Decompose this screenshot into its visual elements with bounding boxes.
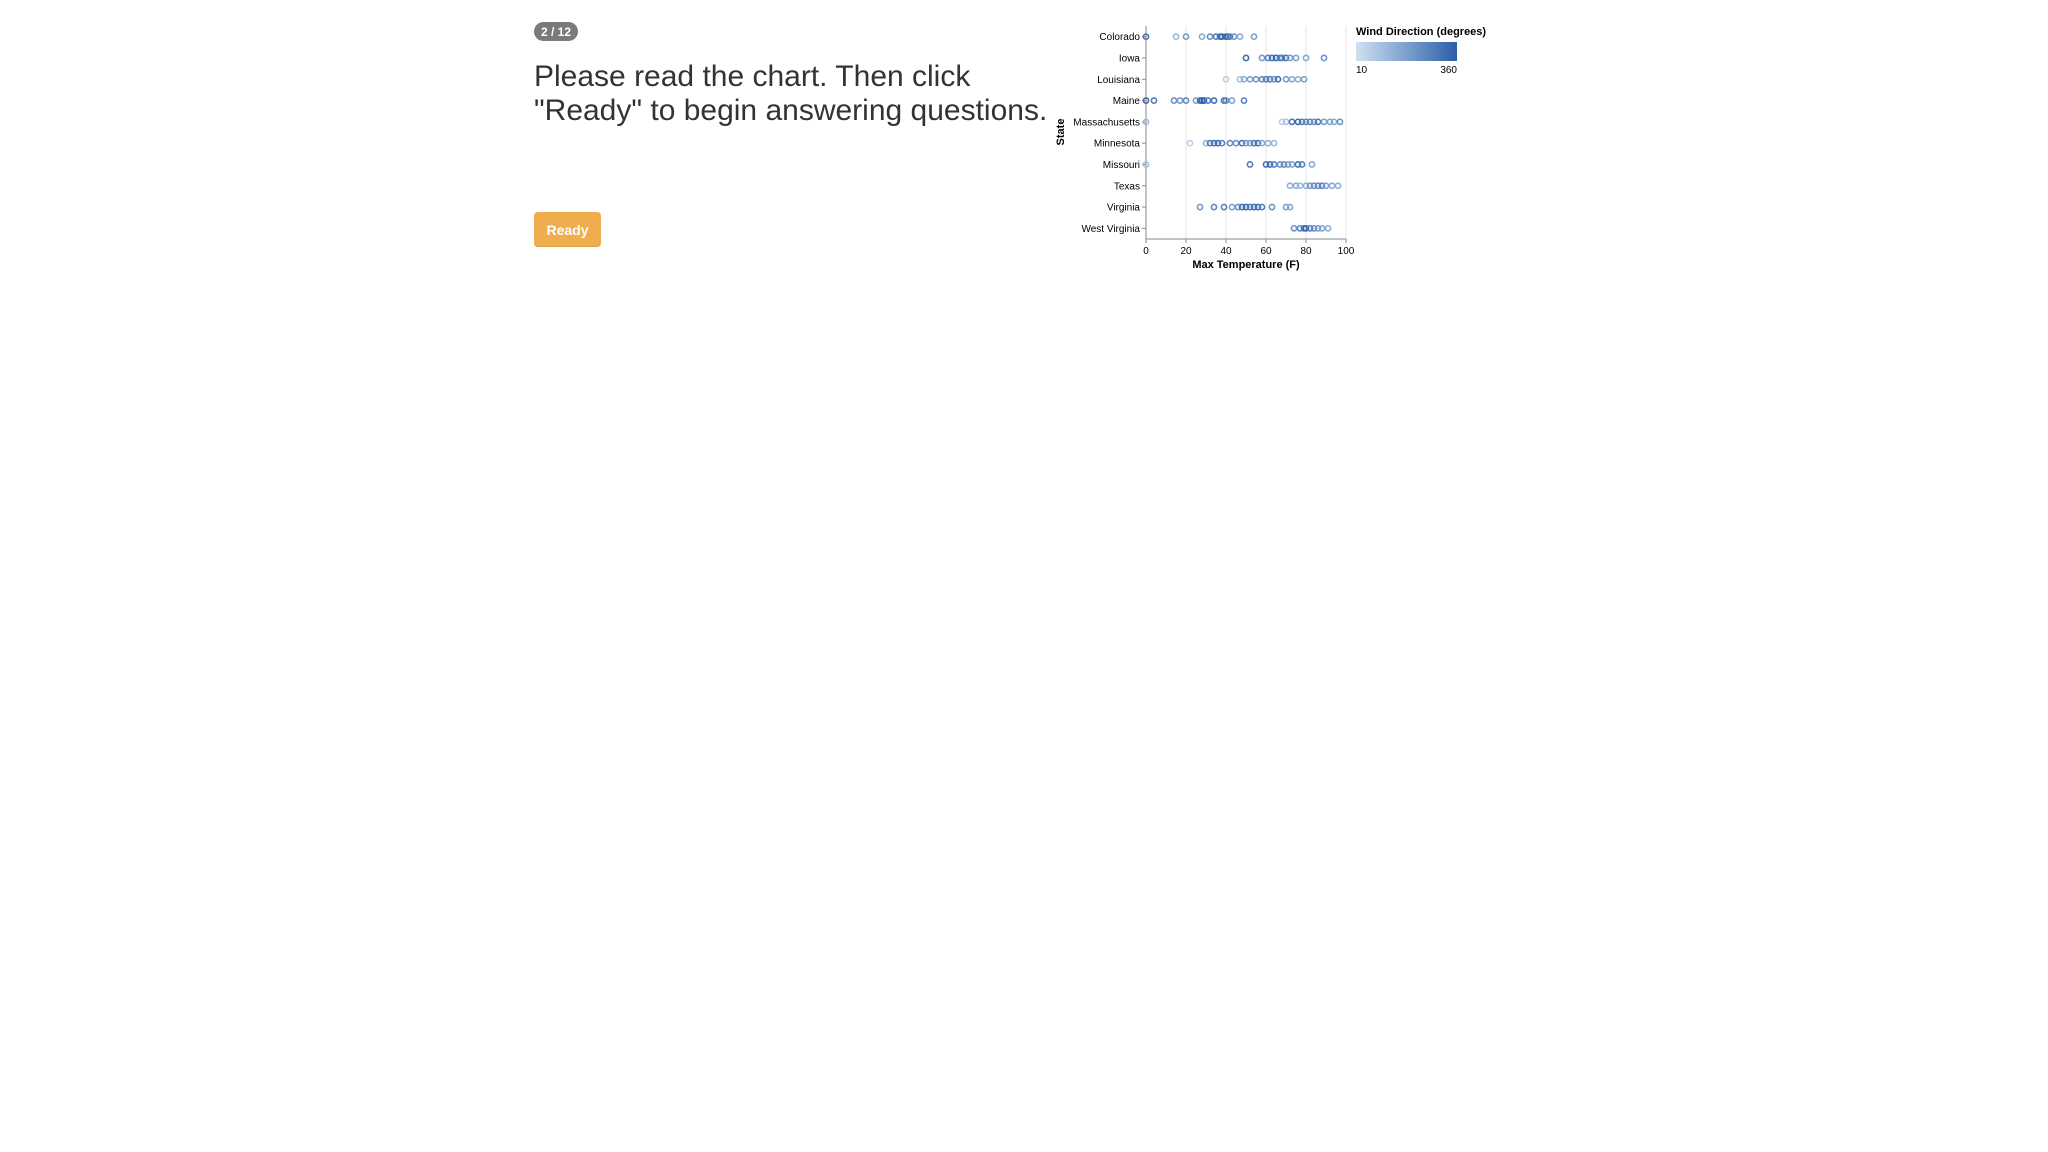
color-legend: Wind Direction (degrees) 10 360 [1356, 26, 1486, 76]
data-point [1232, 139, 1240, 147]
legend-max-label: 360 [1440, 65, 1457, 76]
data-point [1270, 139, 1278, 147]
data-point [1314, 118, 1322, 126]
legend-min-label: 10 [1356, 65, 1368, 76]
data-point [1294, 75, 1302, 83]
ready-button[interactable]: Ready [534, 212, 601, 247]
data-point [1246, 75, 1254, 83]
data-point [1322, 182, 1330, 190]
y-tick-label: Massachusetts [1073, 117, 1140, 128]
data-point [1150, 97, 1158, 104]
data-point [1206, 33, 1214, 41]
data-point [1186, 139, 1194, 147]
x-tick-label: 20 [1180, 246, 1192, 257]
data-point [1226, 139, 1234, 147]
data-point [1198, 33, 1206, 41]
data-point [1298, 161, 1306, 168]
axes: 0 20 40 60 80 100 Colorado Iowa Louisiana Maine Ma… [1073, 26, 1355, 257]
data-point [1318, 224, 1326, 232]
x-axis-title: Max Temperature (F) [1192, 259, 1300, 271]
data-point [1170, 97, 1178, 104]
y-tick-label: Iowa [1119, 53, 1141, 64]
data-point [1236, 33, 1244, 41]
data-point [1290, 224, 1298, 232]
data-point [1288, 161, 1296, 168]
data-point [1336, 118, 1344, 126]
data-point [1320, 118, 1328, 126]
x-tick-label: 80 [1300, 246, 1312, 257]
data-point [1220, 203, 1228, 211]
data-point [1258, 54, 1266, 62]
data-point [1300, 75, 1308, 83]
data-point [1286, 54, 1294, 62]
data-point [1172, 33, 1180, 41]
data-point [1274, 75, 1282, 83]
y-tick-label: Colorado [1099, 32, 1140, 43]
data-point [1176, 97, 1184, 104]
x-tick-label: 100 [1338, 246, 1355, 257]
legend-title: Wind Direction (degrees) [1356, 26, 1486, 38]
data-point [1324, 224, 1332, 232]
instructions-line-2: "Ready" to begin answering questions. [534, 94, 1048, 127]
data-point [1264, 139, 1272, 147]
scatter-chart: 0 20 40 60 80 100 Colorado Iowa Louisiana Maine Ma… [1055, 26, 1486, 271]
data-point [1240, 75, 1248, 83]
y-tick-label: Maine [1113, 96, 1141, 107]
data-point [1286, 203, 1294, 211]
data-point [1210, 97, 1218, 104]
data-point [1286, 182, 1294, 190]
data-points [1142, 33, 1344, 232]
grid [1145, 26, 1347, 239]
data-point [1218, 139, 1226, 147]
y-tick-label: West Virginia [1081, 224, 1140, 235]
y-tick-label: Virginia [1107, 203, 1141, 214]
y-tick-label: Louisiana [1097, 75, 1140, 86]
data-point [1288, 118, 1296, 126]
data-point [1228, 97, 1236, 104]
data-point [1250, 33, 1258, 41]
data-point [1288, 75, 1296, 83]
data-point [1282, 75, 1290, 83]
instructions-text: Please read the chart. Then click "Ready… [534, 60, 1054, 128]
x-tick-label: 0 [1143, 246, 1149, 257]
data-point [1334, 182, 1342, 190]
data-point [1230, 33, 1238, 41]
y-axis-title: State [1055, 119, 1067, 146]
data-point [1210, 203, 1218, 211]
data-point [1292, 54, 1300, 62]
legend-gradient [1356, 42, 1457, 61]
data-point [1242, 54, 1250, 62]
y-tick-label: Minnesota [1094, 139, 1141, 150]
x-tick-label: 60 [1260, 246, 1272, 257]
data-point [1258, 203, 1266, 211]
data-point [1296, 182, 1304, 190]
y-tick-label: Missouri [1103, 160, 1140, 171]
data-point [1252, 75, 1260, 83]
data-point [1258, 139, 1266, 147]
data-point [1196, 203, 1204, 211]
data-point [1204, 97, 1212, 104]
y-tick-label: Texas [1114, 181, 1140, 192]
data-point [1328, 182, 1336, 190]
data-point [1308, 161, 1316, 168]
chart: 0 20 40 60 80 100 Colorado Iowa Louisiana Maine Ma… [1050, 16, 1530, 286]
data-point [1330, 118, 1338, 126]
data-point [1246, 161, 1254, 168]
data-point [1240, 97, 1248, 104]
progress-badge: 2 / 12 [534, 22, 578, 41]
instructions-line-1: Please read the chart. Then click [534, 60, 971, 93]
data-point [1228, 203, 1236, 211]
x-tick-label: 40 [1220, 246, 1232, 257]
data-point [1268, 203, 1276, 211]
data-point [1320, 54, 1328, 62]
data-point [1282, 118, 1290, 126]
data-point [1270, 161, 1278, 168]
